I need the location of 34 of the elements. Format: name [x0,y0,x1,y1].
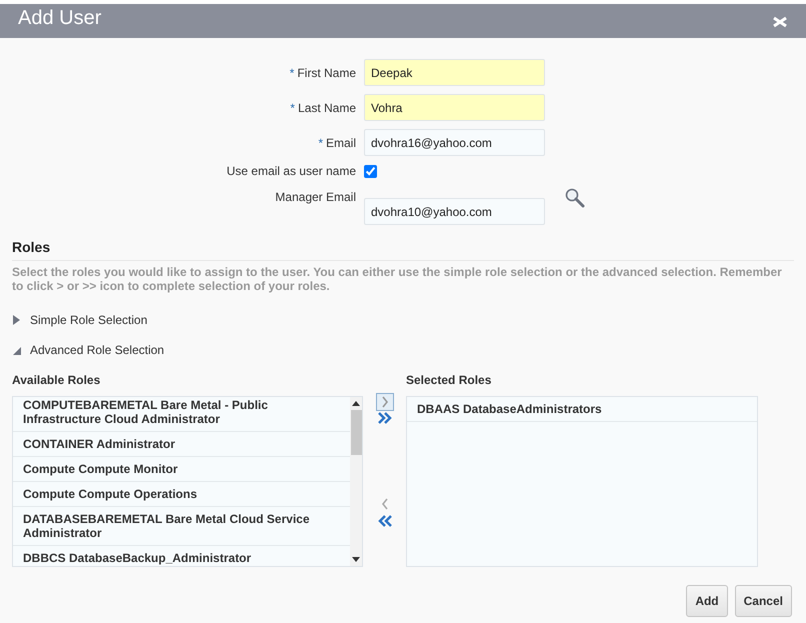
input-field[interactable]: Vohra [364,94,545,121]
disclosure-toggle[interactable]: Advanced Role Selection [12,340,164,359]
field-label: Use email as user name [226,164,356,178]
scrollbar-thumb[interactable] [350,410,362,455]
move-right-button[interactable] [376,392,394,411]
field-label: Manager Email [275,190,356,204]
dialog-button[interactable]: Add [686,584,728,617]
field-label: Last Name [298,100,356,114]
section-heading: Roles [12,239,794,261]
collapsed-triangle-icon [12,314,22,326]
list-label: Selected Roles [406,372,492,389]
required-marker: * [318,136,323,150]
input-field[interactable]: Deepak [364,59,545,86]
description-text: Select the roles you would like to assign to the user. You can either use the simple role selection or the advanced selection. Remember to click > or >> icon to complete selection of your roles. [12,264,783,293]
scroll-up-arrow-icon[interactable] [352,400,360,406]
field-label: First Name [297,66,356,80]
checkbox[interactable] [364,164,377,178]
list-item[interactable]: Compute Compute Operations [13,482,350,507]
input-field[interactable]: dvohra16@yahoo.com [364,129,545,156]
field-label: Email [326,136,356,150]
scroll-down-arrow-icon[interactable] [352,556,360,562]
dialog-button[interactable]: Cancel [734,584,792,617]
required-marker: * [290,66,294,80]
disclosure-toggle[interactable]: Simple Role Selection [12,310,148,329]
list-item[interactable]: Compute Compute Monitor [13,456,350,482]
dialog-title: Add User [18,6,102,30]
scrollbar[interactable] [350,396,362,566]
input-field[interactable]: dvohra10@yahoo.com [364,198,545,225]
search-icon[interactable] [565,188,585,208]
list-item[interactable]: COMPUTEBAREMETAL Bare Metal - Public Infrastructure Cloud Administrator [13,396,350,432]
required-marker: * [290,100,295,114]
list-item[interactable]: CONTAINER Administrator [13,432,350,457]
list-label: Available Roles [12,372,102,389]
list-item[interactable]: DBAAS DatabaseAdministrators [407,396,757,422]
